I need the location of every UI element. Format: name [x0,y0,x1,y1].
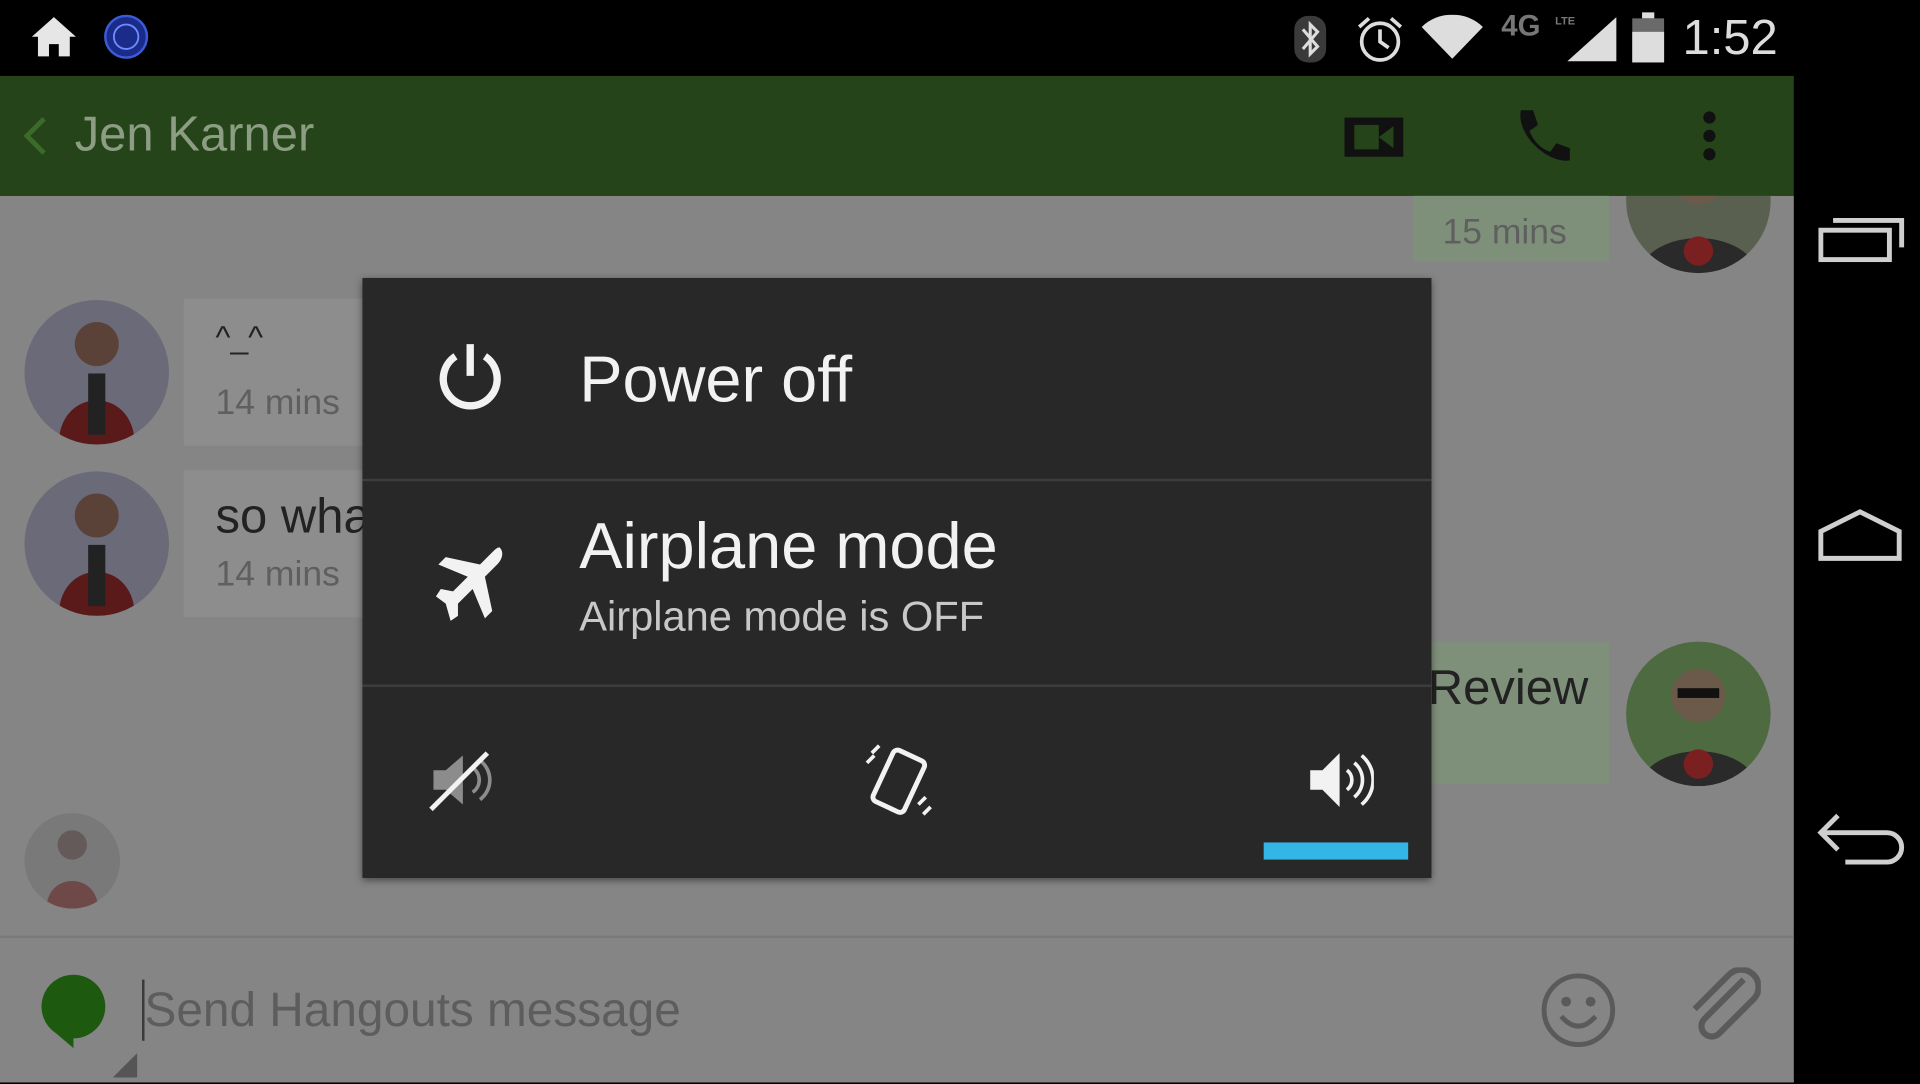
bluetooth-icon [1293,15,1327,70]
home-icon [29,15,78,65]
avatar-self[interactable] [1626,641,1771,787]
power-off-option[interactable]: Power off [362,278,1431,479]
contact-name[interactable]: Jen Karner [75,108,315,163]
message-text: so wha [215,489,371,544]
wifi-icon [1420,14,1484,68]
power-options-dialog: Power off Airplane mode Airplane mode is… [362,277,1432,878]
overflow-menu-icon[interactable] [1700,110,1720,168]
compose-bar: Send Hangouts message [0,935,1794,1084]
battery-icon [1631,12,1665,70]
emoji-icon[interactable] [1540,972,1616,1054]
navigation-bar [1793,0,1920,1081]
alarm-icon [1354,15,1405,70]
signal-icon: 4G LTE [1501,10,1619,66]
vibrate-icon[interactable] [862,741,935,825]
airplane-icon [433,545,506,627]
avatar-contact[interactable] [24,471,169,616]
avatar-self[interactable] [1626,195,1771,274]
status-clock: 1:52 [1682,11,1778,65]
up-navigation-button[interactable] [20,115,49,163]
recents-button[interactable] [1818,211,1906,271]
airplane-mode-option[interactable]: Airplane mode Airplane mode is OFF [362,481,1431,684]
airplane-mode-status: Airplane mode is OFF [579,593,985,641]
screen: 4G LTE 1:52 Jen Karner 15 mins ^_^ 14 mi… [0,0,1920,1084]
home-button[interactable] [1816,507,1904,569]
app-bar: Jen Karner [0,75,1794,196]
hangouts-icon[interactable] [39,972,108,1056]
power-off-label: Power off [579,344,853,417]
airplane-mode-label: Airplane mode [579,510,998,583]
silent-icon[interactable] [426,746,495,821]
attach-icon[interactable] [1687,966,1762,1054]
status-bar: 4G LTE 1:52 [0,0,1794,76]
selected-sound-mode-indicator [1263,842,1409,860]
power-icon [436,342,505,422]
video-call-icon[interactable] [1342,110,1406,168]
message-time: 15 mins [1442,213,1567,253]
message-input[interactable]: Send Hangouts message [144,984,680,1038]
message-time: 14 mins [215,383,340,423]
message-text: ^_^ [215,318,264,356]
duo-app-icon [103,13,150,66]
network-type: 4G [1501,9,1541,43]
message-text: Review [1427,661,1589,716]
avatar-contact[interactable] [24,300,169,445]
phone-icon[interactable] [1511,105,1572,172]
sound-on-icon[interactable] [1305,746,1375,821]
avatar-contact-typing [24,813,121,909]
message-time: 14 mins [215,554,340,594]
back-button[interactable] [1816,808,1912,875]
compose-corner-mark [112,1053,140,1084]
